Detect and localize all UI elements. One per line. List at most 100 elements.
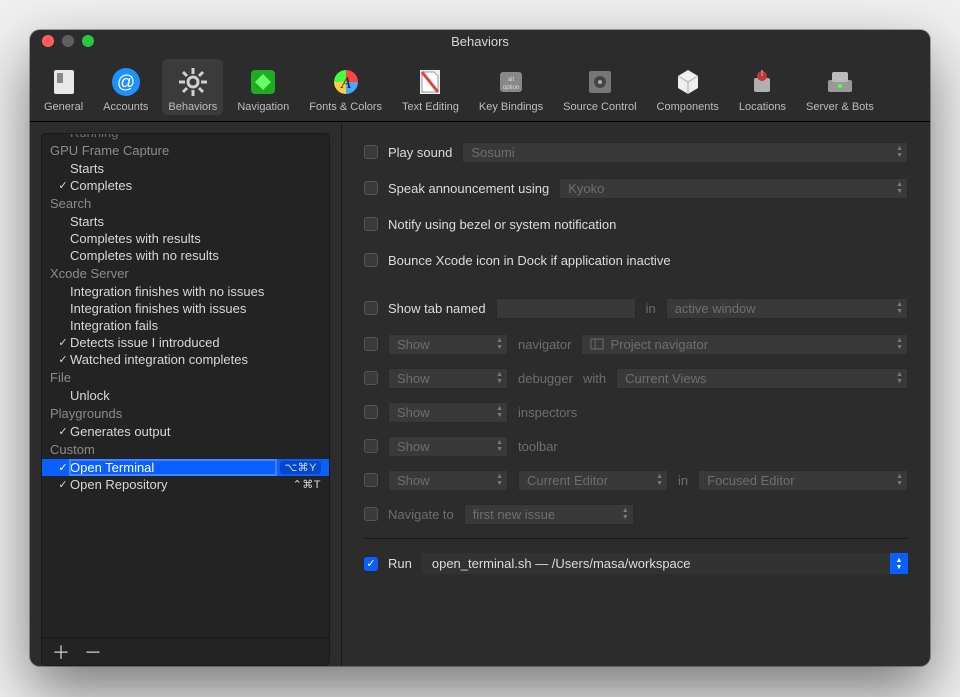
speak-checkbox[interactable] [364,181,378,195]
list-item[interactable]: Unlock [42,387,329,404]
navigator-target-select[interactable]: Project navigator▲▼ [581,334,908,355]
toolbar-label: Source Control [563,101,636,113]
editor-checkbox[interactable] [364,473,378,487]
list-item-label: Integration finishes with no issues [70,284,321,299]
show-tab-checkbox[interactable] [364,301,378,315]
close-button[interactable] [42,35,54,47]
toolbar-source-control[interactable]: Source Control [557,59,642,115]
list-item[interactable]: ✓Generates output [42,423,329,440]
editor-action-select[interactable]: Show▲▼ [388,470,508,491]
toolbar-label: Fonts & Colors [309,101,382,113]
list-item-label: Open Repository [70,477,289,492]
behaviors-list[interactable]: RunningGPU Frame CaptureStarts✓Completes… [41,133,330,638]
zoom-button[interactable] [82,35,94,47]
toolbar-label: Navigation [237,101,289,113]
navigator-action-select[interactable]: Show▲▼ [388,334,508,355]
inspectors-row: Show▲▼ inspectors [364,400,908,424]
toolbar-key-bindings[interactable]: altoptionKey Bindings [473,59,549,115]
inspectors-checkbox[interactable] [364,405,378,419]
play-sound-select[interactable]: Sosumi▲▼ [462,142,908,163]
list-item[interactable]: Integration finishes with issues [42,300,329,317]
inspectors-label: inspectors [518,405,577,420]
sidebar: RunningGPU Frame CaptureStarts✓Completes… [30,122,342,666]
list-item[interactable]: Starts [42,213,329,230]
toolbar-label: Components [657,101,719,113]
run-checkbox[interactable]: ✓ [364,557,378,571]
toolbar-label: Locations [739,101,786,113]
navigate-checkbox[interactable] [364,507,378,521]
navigator-checkbox[interactable] [364,337,378,351]
add-button[interactable]: ＋ [52,639,70,665]
list-item[interactable]: ✓Open Terminal⌥⌘Y [42,459,329,476]
section-header: Xcode Server [42,264,329,283]
toolbar-icon: altoption [492,63,530,101]
list-item-label: Integration finishes with issues [70,301,321,316]
list-item[interactable]: Integration finishes with no issues [42,283,329,300]
toolbar-action-select[interactable]: Show▲▼ [388,436,508,457]
bounce-row: Bounce Xcode icon in Dock if application… [364,248,908,272]
toolbar-row: Show▲▼ toolbar [364,434,908,458]
check-icon: ✓ [56,179,70,192]
list-item[interactable]: Starts [42,160,329,177]
list-item[interactable]: ✓Completes [42,177,329,194]
editor-target-select[interactable]: Focused Editor▲▼ [698,470,908,491]
list-item[interactable]: Completes with no results [42,247,329,264]
run-script-select[interactable]: open_terminal.sh — /Users/masa/workspace… [422,553,908,574]
list-item[interactable]: ✓Open Repository⌃⌘T [42,476,329,493]
editor-in-label: in [678,473,688,488]
toolbar-checkbox[interactable] [364,439,378,453]
check-icon: ✓ [56,478,70,491]
navigate-label: Navigate to [388,507,454,522]
list-item-label: Starts [70,214,321,229]
section-header: Custom [42,440,329,459]
run-row: ✓ Run open_terminal.sh — /Users/masa/wor… [364,538,908,574]
toolbar-general[interactable]: General [38,59,89,115]
toolbar-components[interactable]: Components [651,59,725,115]
minimize-button[interactable] [62,35,74,47]
list-item[interactable]: Completes with results [42,230,329,247]
tab-target-select[interactable]: active window▲▼ [666,298,908,319]
section-header: Search [42,194,329,213]
traffic-lights [30,35,94,47]
list-item[interactable]: Integration fails [42,317,329,334]
bounce-checkbox[interactable] [364,253,378,267]
preferences-toolbar: General @Accounts Behaviors Navigation AFont… [30,52,930,122]
debugger-checkbox[interactable] [364,371,378,385]
navigator-label: navigator [518,337,571,352]
titlebar[interactable]: Behaviors [30,30,930,52]
notify-checkbox[interactable] [364,217,378,231]
debugger-action-select[interactable]: Show▲▼ [388,368,508,389]
toolbar-text-editing[interactable]: Text Editing [396,59,465,115]
play-sound-checkbox[interactable] [364,145,378,159]
speak-label: Speak announcement using [388,181,549,196]
list-item[interactable]: ✓Watched integration completes [42,351,329,368]
toolbar-label: Key Bindings [479,101,543,113]
toolbar-label: toolbar [518,439,558,454]
remove-button[interactable]: － [84,639,102,665]
toolbar-label: Behaviors [168,101,217,113]
toolbar-label: General [44,101,83,113]
toolbar-label: Accounts [103,101,148,113]
show-tab-row: Show tab named in active window▲▼ [364,296,908,320]
editor-type-select[interactable]: Current Editor▲▼ [518,470,668,491]
debugger-views-select[interactable]: Current Views▲▼ [616,368,908,389]
speak-voice-select[interactable]: Kyoko▲▼ [559,178,908,199]
navigate-target-select[interactable]: first new issue▲▼ [464,504,634,525]
toolbar-icon: A [327,63,365,101]
sidebar-footer: ＋ － [41,638,330,666]
list-item[interactable]: ✓Detects issue I introduced [42,334,329,351]
toolbar-label: Server & Bots [806,101,874,113]
inspectors-action-select[interactable]: Show▲▼ [388,402,508,423]
notify-label: Notify using bezel or system notificatio… [388,217,616,232]
toolbar-locations[interactable]: Locations [733,59,792,115]
toolbar-server-bots[interactable]: Server & Bots [800,59,880,115]
section-header: GPU Frame Capture [42,141,329,160]
notify-row: Notify using bezel or system notificatio… [364,212,908,236]
toolbar-accounts[interactable]: @Accounts [97,59,154,115]
svg-text:alt: alt [508,77,515,83]
toolbar-fonts-colors[interactable]: AFonts & Colors [303,59,388,115]
toolbar-behaviors[interactable]: Behaviors [162,59,223,115]
list-item-label: Unlock [70,388,321,403]
toolbar-navigation[interactable]: Navigation [231,59,295,115]
tab-name-field[interactable] [496,298,636,319]
